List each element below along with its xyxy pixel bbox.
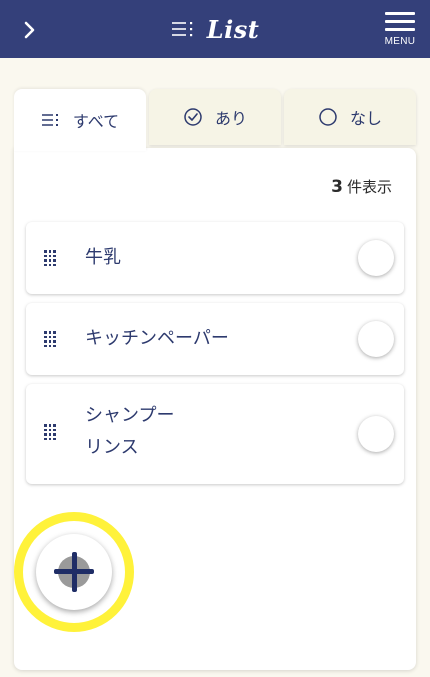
page-title-group: List xyxy=(0,14,430,44)
list-item-label: キッチンペーパー xyxy=(85,328,229,349)
tab-undone-label: なし xyxy=(349,109,382,128)
item-check-toggle[interactable] xyxy=(358,321,394,357)
menu-label: MENU xyxy=(384,36,416,47)
list-icon xyxy=(171,22,192,37)
list-item[interactable]: 牛乳 xyxy=(26,222,404,294)
tab-undone[interactable]: なし xyxy=(284,89,416,145)
plus-icon xyxy=(71,552,77,592)
item-check-toggle[interactable] xyxy=(358,240,394,276)
item-count-number: 3 xyxy=(331,177,343,197)
list-item-label: シャンプー リンス xyxy=(85,405,175,458)
page-title: List xyxy=(206,14,260,44)
drag-handle-icon[interactable] xyxy=(44,250,56,266)
tab-all-label: すべて xyxy=(72,112,120,131)
item-count-suffix: 件表示 xyxy=(346,178,392,196)
item-check-toggle[interactable] xyxy=(358,416,394,452)
list-icon xyxy=(41,114,58,126)
tab-all[interactable]: すべて xyxy=(14,89,146,151)
list-item-label: 牛乳 xyxy=(85,247,121,268)
tab-done[interactable]: あり xyxy=(149,89,281,145)
menu-button[interactable]: MENU xyxy=(380,10,420,50)
drag-handle-icon[interactable] xyxy=(44,331,56,347)
drag-handle-icon[interactable] xyxy=(44,424,56,440)
list-item[interactable]: シャンプー リンス xyxy=(26,384,404,484)
hamburger-icon xyxy=(385,12,415,32)
app-header: List MENU xyxy=(0,0,430,58)
item-count: 3 件表示 xyxy=(331,176,392,197)
add-item-button[interactable] xyxy=(36,534,112,610)
circle-icon xyxy=(319,108,337,126)
check-circle-icon xyxy=(184,108,202,126)
tab-done-label: あり xyxy=(214,109,247,128)
list-item[interactable]: キッチンペーパー xyxy=(26,303,404,375)
